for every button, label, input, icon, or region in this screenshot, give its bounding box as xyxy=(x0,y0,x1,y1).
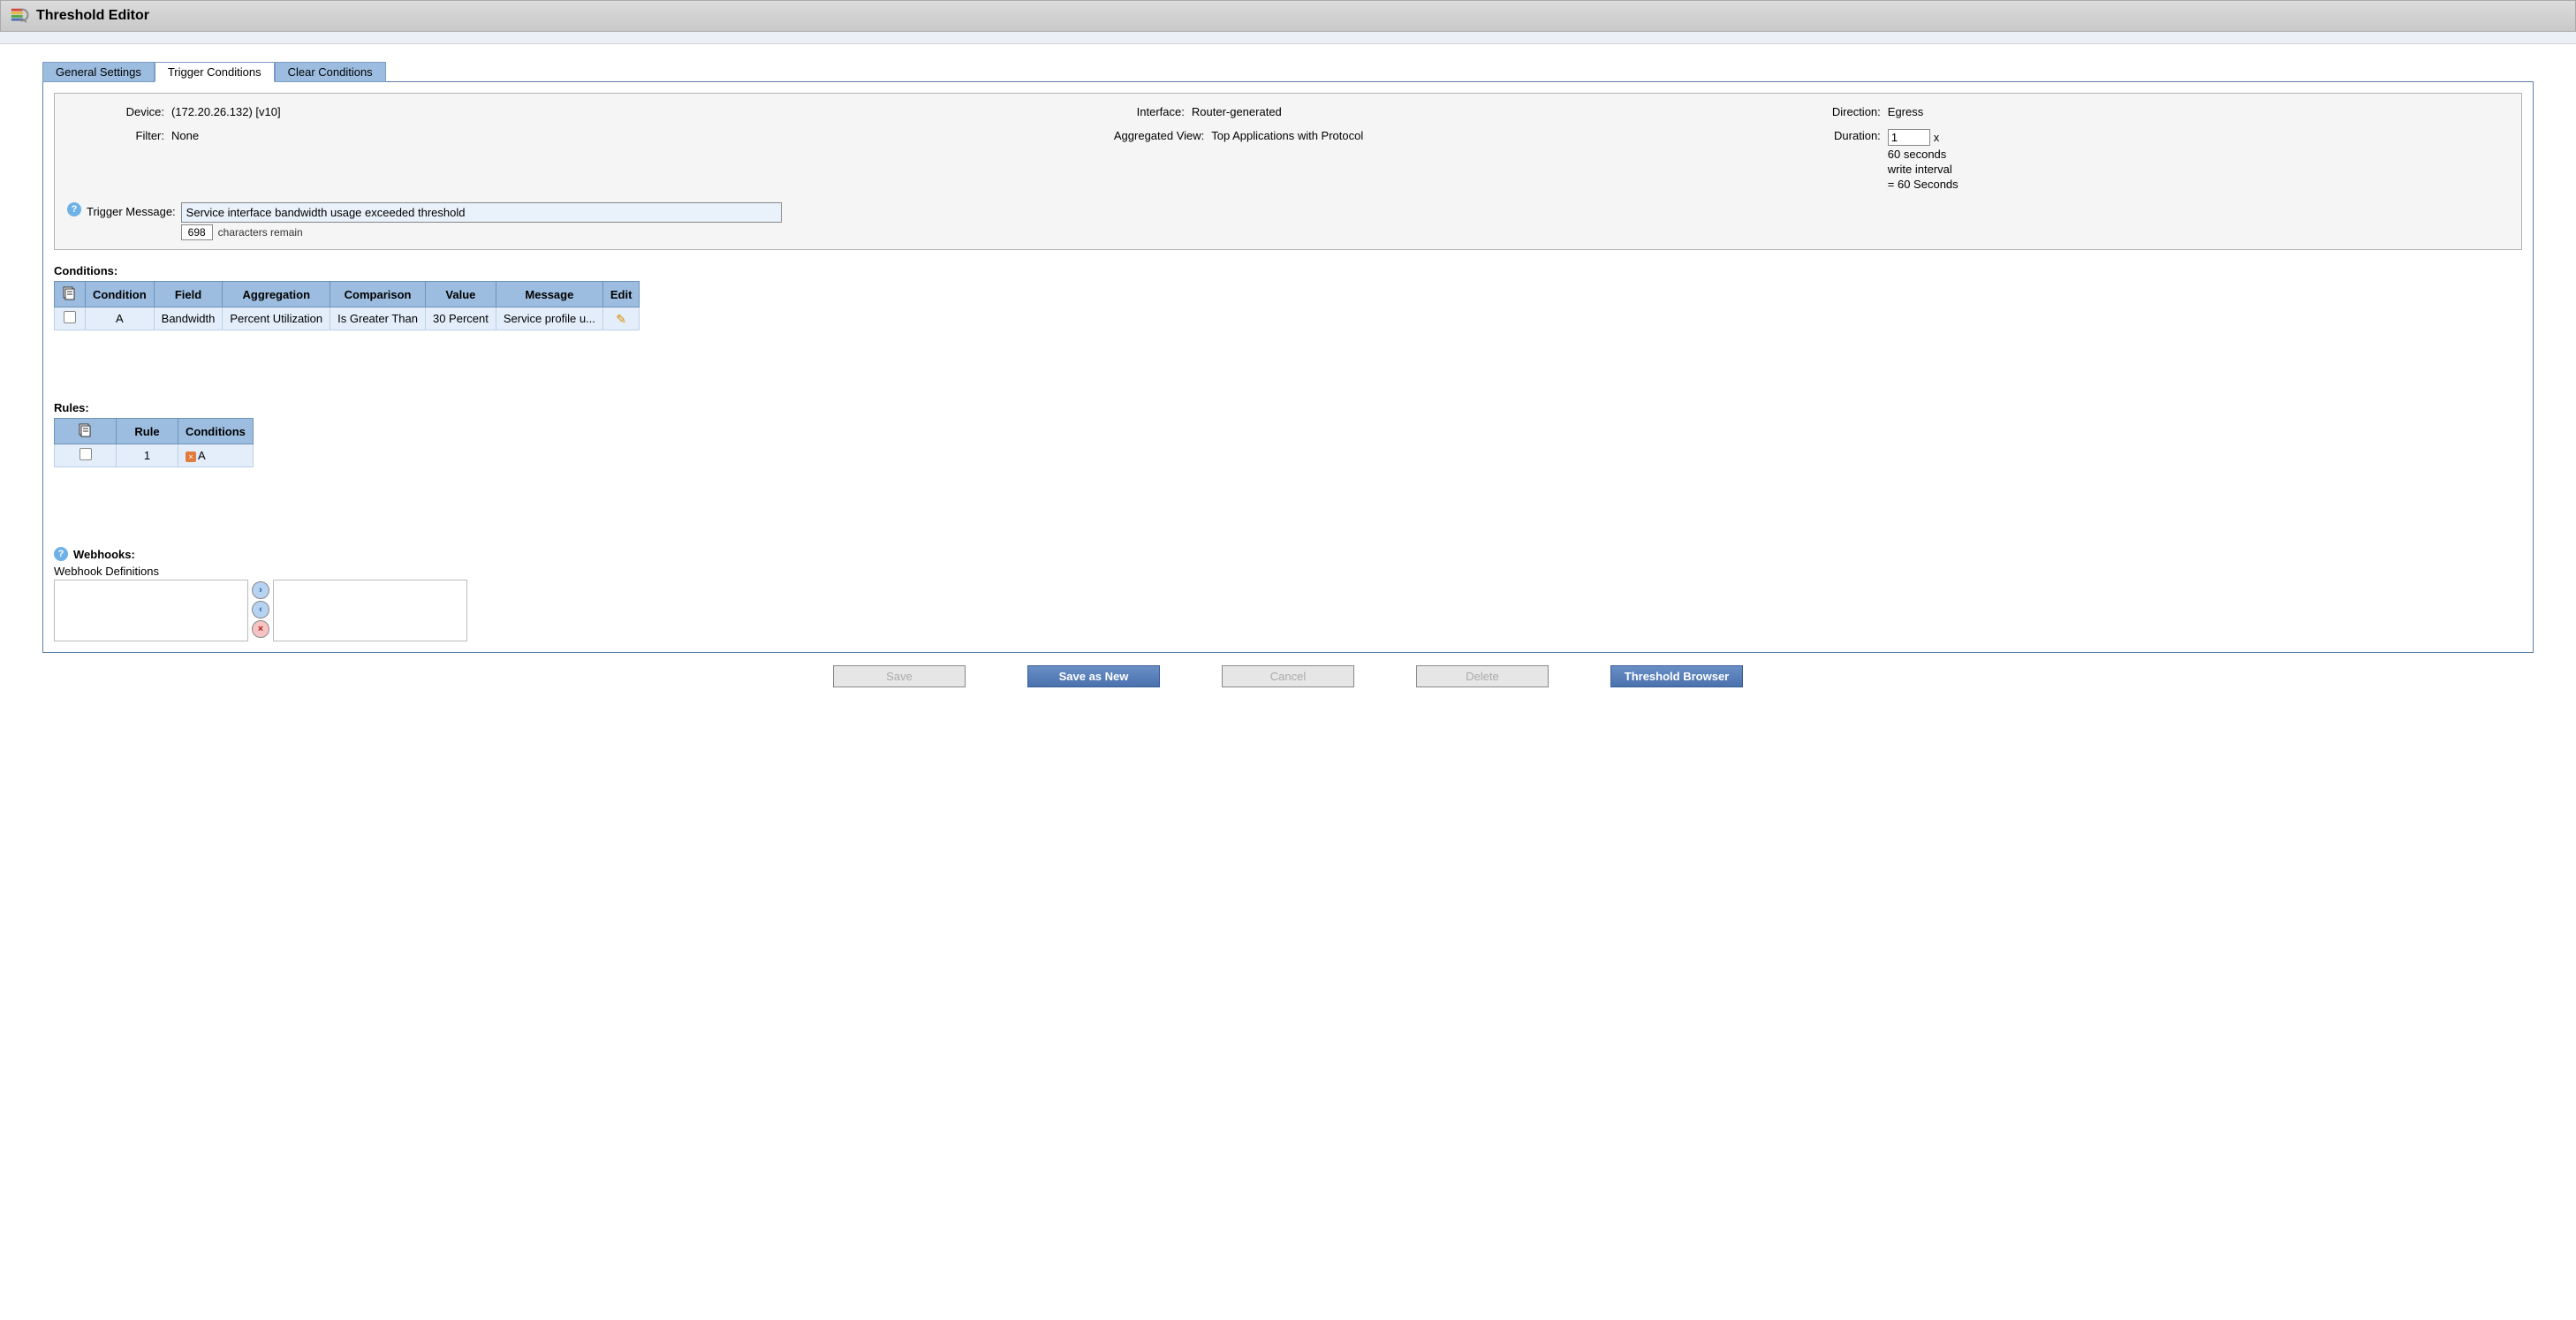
device-label: Device: xyxy=(67,105,164,118)
cell-aggregation: Percent Utilization xyxy=(223,307,330,330)
table-menu-icon xyxy=(78,422,94,438)
interface-label: Interface: xyxy=(1114,105,1185,118)
tab-bar: General Settings Trigger Conditions Clea… xyxy=(42,62,2534,82)
webhooks-available-list[interactable] xyxy=(54,580,248,641)
save-as-new-button[interactable]: Save as New xyxy=(1027,665,1160,687)
aggview-label: Aggregated View: xyxy=(1114,129,1204,142)
direction-value: Egress xyxy=(1888,105,2551,118)
interface-value: Router-generated xyxy=(1192,105,1798,118)
window-titlebar: Threshold Editor xyxy=(0,0,2576,32)
cell-field: Bandwidth xyxy=(154,307,223,330)
main-area: General Settings Trigger Conditions Clea… xyxy=(0,44,2576,696)
trigger-message-label: Trigger Message: xyxy=(87,202,176,218)
remove-webhook-button[interactable]: ‹ xyxy=(252,601,269,618)
remove-condition-icon[interactable]: × xyxy=(186,451,196,462)
chars-remaining-count: 698 xyxy=(181,224,213,240)
footer-buttons: Save Save as New Cancel Delete Threshold… xyxy=(42,665,2534,687)
filter-value: None xyxy=(171,129,1093,142)
table-menu-icon xyxy=(62,285,78,301)
row-checkbox[interactable] xyxy=(64,311,76,323)
conditions-th-field[interactable]: Field xyxy=(154,282,223,307)
conditions-th-value[interactable]: Value xyxy=(425,282,496,307)
webhooks-sublabel: Webhook Definitions xyxy=(54,565,2522,578)
rules-table: Rule Conditions 1 ×A xyxy=(54,418,254,467)
cell-comparison: Is Greater Than xyxy=(330,307,426,330)
duration-label: Duration: xyxy=(1819,129,1881,142)
rules-menu-header[interactable] xyxy=(55,419,117,444)
edit-icon[interactable]: ✎ xyxy=(614,312,628,326)
conditions-heading: Conditions: xyxy=(54,264,2522,277)
duration-line2: write interval xyxy=(1888,163,1959,176)
cell-value: 30 Percent xyxy=(425,307,496,330)
tab-general-settings[interactable]: General Settings xyxy=(42,62,155,82)
help-icon[interactable]: ? xyxy=(54,547,68,561)
webhooks-heading: Webhooks: xyxy=(73,548,135,561)
cell-condition: A xyxy=(86,307,155,330)
rules-th-conditions[interactable]: Conditions xyxy=(178,419,254,444)
duration-line1: 60 seconds xyxy=(1888,148,1959,161)
duration-input[interactable] xyxy=(1888,129,1930,146)
save-button: Save xyxy=(833,665,966,687)
table-row[interactable]: 1 ×A xyxy=(55,444,254,467)
cell-rule: 1 xyxy=(117,444,178,467)
tab-clear-conditions[interactable]: Clear Conditions xyxy=(275,62,386,82)
conditions-th-comparison[interactable]: Comparison xyxy=(330,282,426,307)
content-panel: Device: (172.20.26.132) [v10] Interface:… xyxy=(42,81,2534,653)
add-webhook-button[interactable]: › xyxy=(252,581,269,599)
conditions-table: Condition Field Aggregation Comparison V… xyxy=(54,281,640,330)
conditions-th-aggregation[interactable]: Aggregation xyxy=(223,282,330,307)
clear-webhook-button[interactable]: × xyxy=(252,620,269,638)
conditions-menu-header[interactable] xyxy=(55,282,86,307)
webhooks-selected-list[interactable] xyxy=(273,580,467,641)
device-value: (172.20.26.132) [v10] xyxy=(171,105,1093,118)
chars-remaining-label: characters remain xyxy=(218,226,303,239)
trigger-message-input[interactable] xyxy=(181,202,782,223)
rules-heading: Rules: xyxy=(54,401,2522,414)
table-row[interactable]: A Bandwidth Percent Utilization Is Great… xyxy=(55,307,640,330)
duration-multiplier: x xyxy=(1934,131,1940,144)
aggview-value: Top Applications with Protocol xyxy=(1211,129,1798,142)
conditions-th-edit[interactable]: Edit xyxy=(602,282,640,307)
cell-message: Service profile u... xyxy=(496,307,602,330)
delete-button: Delete xyxy=(1416,665,1549,687)
duration-line3: = 60 Seconds xyxy=(1888,178,1959,191)
help-icon[interactable]: ? xyxy=(67,202,81,216)
threshold-browser-button[interactable]: Threshold Browser xyxy=(1610,665,1743,687)
window-title: Threshold Editor xyxy=(36,8,149,24)
cancel-button: Cancel xyxy=(1222,665,1354,687)
direction-label: Direction: xyxy=(1819,105,1881,118)
info-box: Device: (172.20.26.132) [v10] Interface:… xyxy=(54,93,2522,250)
app-icon xyxy=(10,6,29,26)
cell-rule-conditions: A xyxy=(198,449,206,462)
rules-th-rule[interactable]: Rule xyxy=(117,419,178,444)
tab-trigger-conditions[interactable]: Trigger Conditions xyxy=(155,62,275,82)
filter-label: Filter: xyxy=(67,129,164,142)
conditions-th-condition[interactable]: Condition xyxy=(86,282,155,307)
conditions-th-message[interactable]: Message xyxy=(496,282,602,307)
toolbar-strip xyxy=(0,32,2576,44)
row-checkbox[interactable] xyxy=(80,448,92,460)
